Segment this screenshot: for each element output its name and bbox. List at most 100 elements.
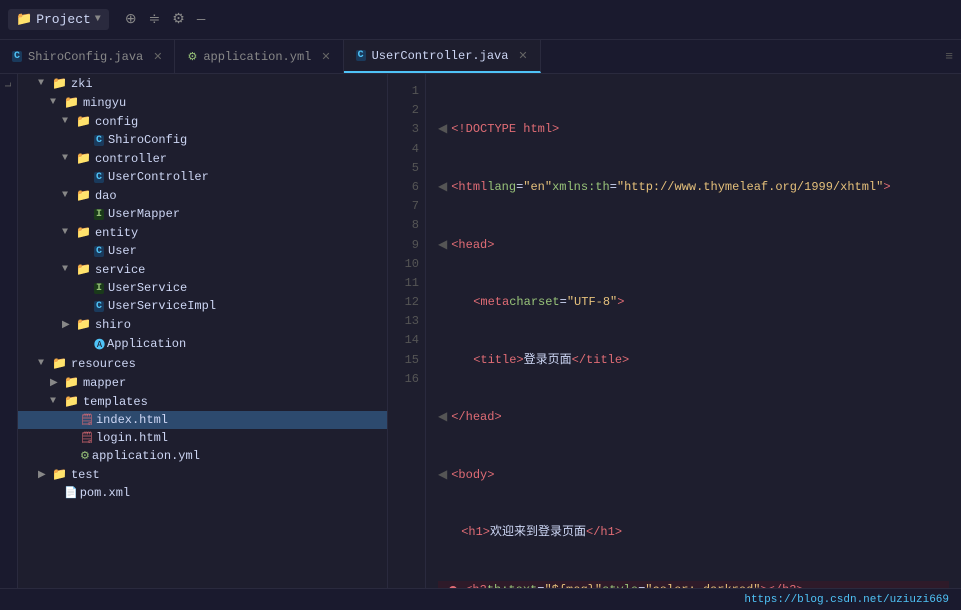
label-application: Application (107, 337, 186, 351)
folder-icon-mapper: 📁 (64, 375, 79, 390)
tree-item-usermapper[interactable]: I UserMapper (18, 205, 387, 223)
folder-icon-resources: 📁 (52, 356, 67, 371)
tree-item-applicationyml[interactable]: ⚙ application.yml (18, 447, 387, 465)
label-userserviceimpl: UserServiceImpl (108, 299, 216, 313)
fold-gutter-1: ◀ (438, 120, 447, 139)
tree-item-user[interactable]: C User (18, 242, 387, 260)
status-bar: https://blog.csdn.net/uziuzi669 (0, 588, 961, 610)
tree-item-zki[interactable]: ▼ 📁 zki (18, 74, 387, 93)
tab-icon-c: C (12, 51, 22, 62)
tree-item-pomxml[interactable]: 📄 pom.xml (18, 484, 387, 502)
code-container: 1 2 3 4 5 6 7 8 9 10 11 12 13 14 15 16 ◀ (388, 74, 961, 588)
label-service: service (95, 263, 145, 277)
chevron-down-icon: ▼ (95, 14, 101, 25)
label-shiroconfig: ShiroConfig (108, 133, 187, 147)
tree-item-application[interactable]: 🅐 Application (18, 334, 387, 354)
folder-icon-zki: 📁 (52, 76, 67, 91)
tabs-bar: C ShiroConfig.java ✕ ⚙ application.yml ✕… (0, 40, 961, 74)
title-actions: ⊕ ≑ ⚙ — (125, 11, 205, 28)
label-user: User (108, 244, 137, 258)
folder-icon-config: 📁 (76, 114, 91, 129)
file-icon-application: 🅐 (94, 336, 105, 352)
split-icon[interactable]: ≑ (149, 11, 161, 28)
project-title: Project (36, 12, 91, 27)
fold-gutter-6: ◀ (438, 408, 447, 427)
arrow-test: ▶ (38, 469, 50, 481)
folder-icon: 📁 (16, 12, 32, 27)
tree-item-shiro[interactable]: ▶ 📁 shiro (18, 315, 387, 334)
tree-item-config[interactable]: ▼ 📁 config (18, 112, 387, 131)
tree-item-userserviceimpl[interactable]: C UserServiceImpl (18, 297, 387, 315)
tree-item-shiroconfig[interactable]: C ShiroConfig (18, 131, 387, 149)
file-icon-indexhtml: 🗒 (80, 413, 94, 427)
tree-item-userservice[interactable]: I UserService (18, 279, 387, 297)
tab-shiroconfig[interactable]: C ShiroConfig.java ✕ (0, 40, 175, 73)
tree-item-test[interactable]: ▶ 📁 test (18, 465, 387, 484)
label-dao: dao (95, 189, 117, 203)
tab-extra-icon[interactable]: ≡ (937, 40, 961, 73)
project-label[interactable]: 📁 Project ▼ (8, 9, 109, 30)
code-line-3: ◀ <head> (438, 236, 949, 255)
tree-item-loginhtml[interactable]: 🗒 login.html (18, 429, 387, 447)
folder-icon-dao: 📁 (76, 188, 91, 203)
code-line-8: <h1>欢迎来到登录页面</h1> (438, 523, 949, 542)
folder-icon-templates: 📁 (64, 394, 79, 409)
fold-gutter-2: ◀ (438, 178, 447, 197)
label-pomxml: pom.xml (80, 486, 130, 500)
settings-icon[interactable]: ⚙ (172, 11, 185, 28)
line-numbers: 1 2 3 4 5 6 7 8 9 10 11 12 13 14 15 16 (388, 74, 426, 588)
tab-usercontroller[interactable]: C UserController.java ✕ (344, 40, 541, 73)
tree-item-templates[interactable]: ▼ 📁 templates (18, 392, 387, 411)
label-applicationyml: application.yml (92, 449, 200, 463)
add-icon[interactable]: ⊕ (125, 11, 137, 28)
label-config: config (95, 115, 138, 129)
arrow-resources: ▼ (38, 358, 50, 369)
file-icon-applicationyml: ⚙ (80, 449, 90, 463)
label-usercontroller: UserController (108, 170, 209, 184)
tree-item-indexhtml[interactable]: 🗒 index.html (18, 411, 387, 429)
file-icon-shiroconfig: C (94, 135, 104, 146)
tab-label-applicationyml: application.yml (203, 50, 311, 64)
editor-area[interactable]: 1 2 3 4 5 6 7 8 9 10 11 12 13 14 15 16 ◀ (388, 74, 961, 588)
tree-item-mingyu[interactable]: ▼ 📁 mingyu (18, 93, 387, 112)
label-userservice: UserService (108, 281, 187, 295)
arrow-dao: ▼ (62, 190, 74, 201)
arrow-mapper: ▶ (50, 377, 62, 389)
tab-close-applicationyml[interactable]: ✕ (321, 50, 330, 64)
tabs-spacer (541, 40, 938, 73)
tree-item-controller[interactable]: ▼ 📁 controller (18, 149, 387, 168)
label-zki: zki (71, 77, 93, 91)
code-editor[interactable]: ◀ <!DOCTYPE html> ◀ <html lang="en" xmln… (426, 74, 961, 588)
tree-item-entity[interactable]: ▼ 📁 entity (18, 223, 387, 242)
fold-gutter-5 (438, 351, 445, 370)
tree-item-service[interactable]: ▼ 📁 service (18, 260, 387, 279)
tab-close-shiroconfig[interactable]: ✕ (153, 50, 162, 64)
tree-item-mapper[interactable]: ▶ 📁 mapper (18, 373, 387, 392)
project-tree[interactable]: ▼ 📁 zki ▼ 📁 mingyu ▼ 📁 config C ShiroCon… (18, 74, 388, 588)
tab-applicationyml[interactable]: ⚙ application.yml ✕ (175, 40, 343, 73)
label-templates: templates (83, 395, 148, 409)
arrow-entity: ▼ (62, 227, 74, 238)
arrow-templates: ▼ (50, 396, 62, 407)
label-entity: entity (95, 226, 138, 240)
file-icon-userservice: I (94, 283, 104, 294)
arrow-shiro: ▶ (62, 319, 74, 331)
tab-label-usercontroller: UserController.java (372, 49, 509, 63)
fold-gutter-3: ◀ (438, 236, 447, 255)
file-icon-usercontroller: C (94, 172, 104, 183)
code-line-9: <h3 th:text="${msg}" style="color: darkr… (438, 581, 949, 588)
label-test: test (71, 468, 100, 482)
file-icon-loginhtml: 🗒 (80, 431, 94, 445)
tree-item-usercontroller[interactable]: C UserController (18, 168, 387, 186)
folder-icon-shiro: 📁 (76, 317, 91, 332)
doctype-tag: <!DOCTYPE html> (451, 120, 559, 139)
code-line-5: <title>登录页面</title> (438, 351, 949, 370)
minimize-icon[interactable]: — (197, 12, 205, 28)
tab-icon-yaml: ⚙ (187, 50, 197, 64)
main-layout: L ▼ 📁 zki ▼ 📁 mingyu ▼ 📁 config C ShiroC… (0, 74, 961, 588)
tab-close-usercontroller[interactable]: ✕ (518, 49, 527, 63)
tree-item-resources[interactable]: ▼ 📁 resources (18, 354, 387, 373)
fold-gutter-9 (438, 581, 445, 588)
label-mingyu: mingyu (83, 96, 126, 110)
tree-item-dao[interactable]: ▼ 📁 dao (18, 186, 387, 205)
